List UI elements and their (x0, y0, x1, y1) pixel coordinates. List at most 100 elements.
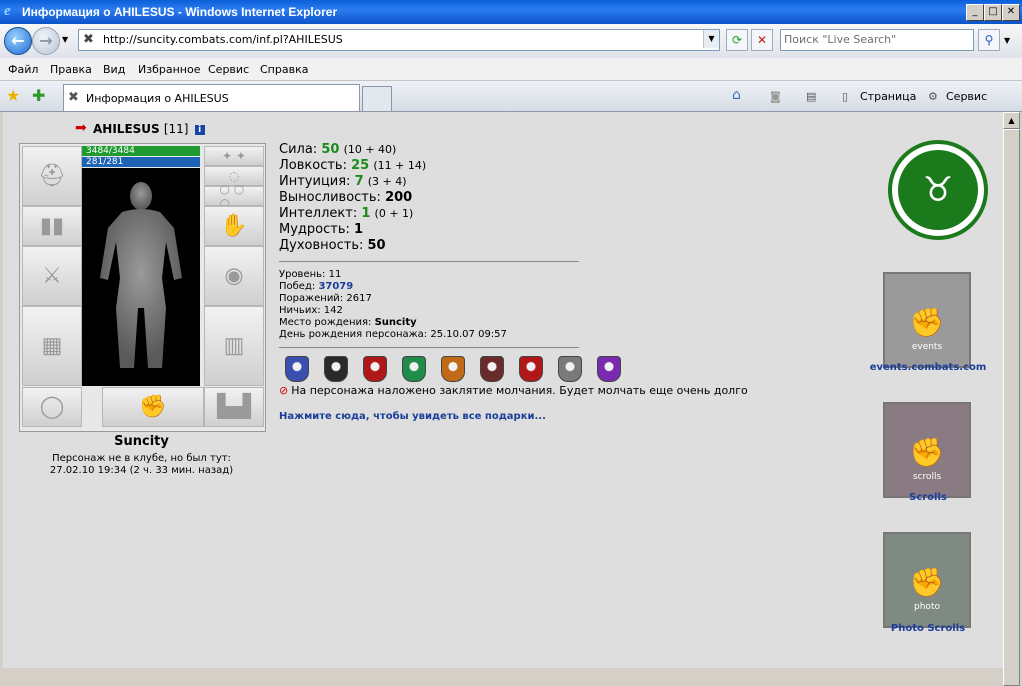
medal-icon[interactable] (441, 356, 465, 382)
character-figure (82, 168, 200, 386)
armor-slot[interactable]: ▦ (22, 306, 82, 386)
forward-button[interactable]: → (32, 27, 60, 55)
menu-file[interactable]: Файл (8, 63, 38, 76)
medal-icon[interactable] (324, 356, 348, 382)
events-link[interactable]: events.combats.com (858, 362, 998, 373)
refresh-button[interactable]: ⟳ (726, 29, 748, 51)
medal-icon[interactable] (363, 356, 387, 382)
search-button[interactable]: ⚲ (978, 29, 1000, 51)
maximize-button[interactable]: □ (984, 4, 1002, 21)
new-tab-button[interactable] (362, 86, 392, 111)
address-url[interactable]: http://suncity.combats.com/inf.pl?AHILES… (103, 33, 343, 46)
vertical-scrollbar[interactable]: ▲ (1003, 112, 1020, 686)
ie-logo-icon: e (4, 3, 11, 19)
medal-icon[interactable] (558, 356, 582, 382)
stat-label: Ловкость: (279, 158, 347, 173)
shield-icon: ◉ (224, 263, 244, 289)
info-level: Уровень: 11 (279, 269, 507, 281)
offline-status: Персонаж не в клубе, но был тут: 27.02.1… (19, 453, 264, 477)
stat-spirituality: Духовность: 50 (279, 238, 426, 254)
info-label: Ничьих: (279, 305, 321, 316)
stat-label: Интеллект: (279, 206, 358, 221)
shield-slot[interactable]: ◉ (204, 246, 264, 306)
emblem-slot[interactable]: ✊ (102, 387, 204, 427)
fist-icon: ✊ (909, 436, 945, 469)
stat-value: 200 (385, 190, 413, 205)
character-silhouette-icon (100, 182, 182, 368)
character-level: [11] (163, 122, 189, 136)
stat-intuition: Интуиция: 7 (3 + 4) (279, 174, 426, 190)
menu-help[interactable]: Справка (260, 63, 308, 76)
info-icon[interactable]: i (194, 124, 205, 135)
silence-icon: ⊘ (279, 384, 289, 397)
stat-label: Сила: (279, 142, 318, 157)
gifts-link[interactable]: Нажмите сюда, чтобы увидеть все подарки.… (279, 411, 546, 422)
weapon-slot[interactable]: ⚔ (22, 246, 82, 306)
minimize-button[interactable]: _ (966, 4, 984, 21)
back-button[interactable]: ← (4, 27, 32, 55)
add-favorites-icon[interactable]: ✚ (32, 86, 45, 105)
stat-value: 1 (354, 222, 364, 237)
tab-title: Информация о AHILESUS (86, 92, 229, 105)
menu-view[interactable]: Вид (103, 63, 125, 76)
gloves-slot[interactable]: ✋ (204, 206, 264, 246)
hp-bar: 3484/3484 (82, 146, 200, 156)
events-banner[interactable]: ✊ events (883, 272, 971, 368)
close-button[interactable]: ✕ (1002, 4, 1020, 21)
rings-slot[interactable]: ○ ○ ○ (204, 182, 264, 210)
gloves-icon: ✋ (220, 213, 248, 239)
offline-line-1: Персонаж не в клубе, но был тут: (52, 453, 231, 464)
info-label: Побед: (279, 281, 316, 292)
feeds-icon[interactable]: ◙ (770, 90, 781, 103)
bull-head-icon: ♉ (898, 150, 978, 230)
mana-bar: 281/281 (82, 157, 200, 167)
tab-active[interactable]: ✖ Информация о AHILESUS (63, 84, 360, 111)
photo-scrolls-banner[interactable]: ✊ photo (883, 532, 971, 628)
character-info: Уровень: 11 Побед: 37079 Поражений: 2617… (279, 269, 507, 341)
clan-logo[interactable]: ♉ (888, 140, 988, 240)
scrolls-link[interactable]: Scrolls (858, 492, 998, 503)
stat-bonus: (11 + 14) (373, 159, 427, 172)
scrolls-banner[interactable]: ✊ scrolls (883, 402, 971, 498)
scroll-up-icon[interactable]: ▲ (1003, 112, 1020, 129)
tools-menu[interactable]: Сервис (946, 90, 987, 103)
search-options-icon[interactable]: ▼ (1004, 36, 1010, 45)
divider (279, 347, 579, 348)
stat-value: 1 (361, 206, 371, 221)
address-dropdown-icon[interactable]: ▼ (703, 30, 719, 48)
print-icon[interactable]: ▤ (806, 90, 816, 103)
address-bar[interactable]: ✖ http://suncity.combats.com/inf.pl?AHIL… (78, 29, 720, 51)
wins-link[interactable]: 37079 (318, 281, 353, 292)
stop-button[interactable]: ✕ (751, 29, 773, 51)
boots-slot[interactable]: ▙▟ (204, 387, 264, 427)
medal-icon[interactable] (597, 356, 621, 382)
medal-icon[interactable] (285, 356, 309, 382)
favorites-star-icon[interactable]: ★ (6, 86, 20, 105)
page-icon: ▯ (842, 90, 849, 103)
window-title: Информация о AHILESUS - Windows Internet… (22, 5, 338, 19)
amulet-icon: ✦ ✦ (222, 149, 246, 163)
home-icon[interactable]: ⌂ (732, 87, 741, 103)
amulet-slot[interactable]: ✦ ✦ (204, 146, 264, 166)
stat-value: 25 (351, 158, 370, 173)
leggings-slot[interactable]: ▥ (204, 306, 264, 386)
search-input[interactable]: Поиск "Live Search" (780, 29, 974, 51)
photo-word: photo (914, 602, 940, 612)
tools-gear-icon: ⚙ (928, 90, 938, 103)
history-dropdown-icon[interactable]: ▼ (62, 35, 68, 44)
page-menu[interactable]: Страница (860, 90, 916, 103)
belt-slot[interactable]: ◯ (22, 387, 82, 427)
stat-value: 7 (354, 174, 364, 189)
helmet-slot[interactable]: ⛑ (22, 146, 82, 206)
photo-scrolls-link[interactable]: Photo Scrolls (858, 623, 998, 634)
medal-icon[interactable] (480, 356, 504, 382)
scroll-thumb[interactable] (1003, 129, 1020, 686)
menu-edit[interactable]: Правка (50, 63, 92, 76)
bracers-slot[interactable]: ▮▮ (22, 206, 82, 246)
menu-favorites[interactable]: Избранное (138, 63, 200, 76)
medal-icon[interactable] (519, 356, 543, 382)
medal-icon[interactable] (402, 356, 426, 382)
private-message-arrow-icon[interactable]: ➡ (75, 120, 87, 136)
menu-tools[interactable]: Сервис (208, 63, 249, 76)
stat-intellect: Интеллект: 1 (0 + 1) (279, 206, 426, 222)
